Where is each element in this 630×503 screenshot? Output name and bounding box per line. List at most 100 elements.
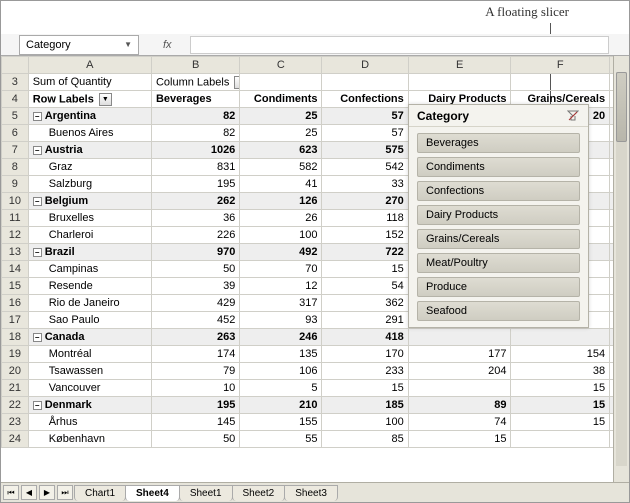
value-cell[interactable]: 79 [151,363,239,380]
city-cell[interactable]: Tsawassen [28,363,151,380]
row-filter-icon[interactable]: ▼ [99,93,112,106]
city-cell[interactable]: Buenos Aires [28,125,151,142]
vertical-scrollbar[interactable] [613,56,629,482]
value-cell[interactable]: 195 [151,176,239,193]
row-header[interactable]: 24 [2,431,29,448]
value-cell[interactable] [511,329,610,346]
value-cell[interactable]: 246 [240,329,322,346]
value-cell[interactable]: 57 [322,108,408,125]
slicer-item[interactable]: Grains/Cereals [417,229,580,249]
col-header[interactable]: B [151,57,239,74]
slicer-item[interactable]: Dairy Products [417,205,580,225]
formula-input[interactable] [190,36,609,54]
value-cell[interactable]: 12 [240,278,322,295]
row-header[interactable]: 3 [2,74,29,91]
value-cell[interactable]: 15 [511,414,610,431]
value-cell[interactable]: 100 [322,414,408,431]
city-cell[interactable]: Århus [28,414,151,431]
value-cell[interactable]: 15 [511,380,610,397]
value-cell[interactable]: 204 [408,363,511,380]
collapse-icon[interactable]: – [33,401,42,410]
sum-of-quantity-cell[interactable]: Sum of Quantity [28,74,151,91]
column-filter-icon[interactable]: ▼ [234,76,239,89]
city-cell[interactable]: Graz [28,159,151,176]
row-header[interactable]: 19 [2,346,29,363]
value-cell[interactable]: 57 [322,125,408,142]
value-cell[interactable]: 831 [151,159,239,176]
value-cell[interactable]: 15 [322,261,408,278]
value-cell[interactable]: 210 [240,397,322,414]
row-header[interactable]: 23 [2,414,29,431]
collapse-icon[interactable]: – [33,248,42,257]
value-cell[interactable]: 70 [240,261,322,278]
value-cell[interactable]: 41 [240,176,322,193]
country-cell[interactable]: –Denmark [28,397,151,414]
country-cell[interactable]: –Canada [28,329,151,346]
value-cell[interactable]: 155 [240,414,322,431]
collapse-icon[interactable]: – [33,146,42,155]
value-cell[interactable]: 226 [151,227,239,244]
category-slicer[interactable]: Category BeveragesCondimentsConfectionsD… [408,104,589,328]
value-cell[interactable]: 418 [322,329,408,346]
collapse-icon[interactable]: – [33,112,42,121]
value-cell[interactable]: 542 [322,159,408,176]
sheet-tab[interactable]: Chart1 [74,485,126,501]
row-header[interactable]: 20 [2,363,29,380]
city-cell[interactable]: Bruxelles [28,210,151,227]
value-cell[interactable]: 74 [408,414,511,431]
value-cell[interactable] [408,329,511,346]
sheet-nav-button[interactable]: ⏮ [3,485,19,500]
slicer-item[interactable]: Confections [417,181,580,201]
city-cell[interactable]: Montréal [28,346,151,363]
col-header[interactable]: E [408,57,511,74]
value-cell[interactable]: 174 [151,346,239,363]
pivot-col[interactable]: Condiments [240,91,322,108]
row-header[interactable]: 18 [2,329,29,346]
row-header[interactable]: 22 [2,397,29,414]
value-cell[interactable]: 50 [151,431,239,448]
value-cell[interactable]: 126 [240,193,322,210]
value-cell[interactable]: 100 [240,227,322,244]
slicer-header[interactable]: Category [409,105,588,127]
collapse-icon[interactable]: – [33,333,42,342]
sheet-tab[interactable]: Sheet1 [179,485,233,501]
value-cell[interactable]: 262 [151,193,239,210]
name-box[interactable]: Category ▼ [19,35,139,55]
row-header[interactable]: 13 [2,244,29,261]
value-cell[interactable]: 154 [511,346,610,363]
value-cell[interactable]: 263 [151,329,239,346]
pivot-col[interactable]: Confections [322,91,408,108]
value-cell[interactable]: 170 [322,346,408,363]
col-header[interactable]: F [511,57,610,74]
value-cell[interactable]: 15 [511,397,610,414]
city-cell[interactable]: Rio de Janeiro [28,295,151,312]
slicer-item[interactable]: Condiments [417,157,580,177]
sheet-tab[interactable]: Sheet2 [232,485,286,501]
sheet-nav-button[interactable]: ⏭ [57,485,73,500]
value-cell[interactable]: 38 [511,363,610,380]
country-cell[interactable]: –Austria [28,142,151,159]
city-cell[interactable]: Resende [28,278,151,295]
value-cell[interactable]: 270 [322,193,408,210]
city-cell[interactable]: Charleroi [28,227,151,244]
scrollbar-track[interactable] [616,72,627,466]
sheet-tab[interactable]: Sheet4 [125,485,180,501]
value-cell[interactable]: 623 [240,142,322,159]
value-cell[interactable]: 582 [240,159,322,176]
country-cell[interactable]: –Brazil [28,244,151,261]
value-cell[interactable]: 970 [151,244,239,261]
row-header[interactable]: 16 [2,295,29,312]
slicer-clear-filter-icon[interactable] [566,109,580,123]
row-header[interactable]: 12 [2,227,29,244]
value-cell[interactable] [408,380,511,397]
value-cell[interactable]: 85 [322,431,408,448]
value-cell[interactable]: 291 [322,312,408,329]
country-cell[interactable]: –Belgium [28,193,151,210]
row-header[interactable]: 9 [2,176,29,193]
value-cell[interactable]: 177 [408,346,511,363]
country-cell[interactable]: –Argentina [28,108,151,125]
value-cell[interactable]: 5 [240,380,322,397]
city-cell[interactable]: Vancouver [28,380,151,397]
value-cell[interactable]: 39 [151,278,239,295]
value-cell[interactable]: 429 [151,295,239,312]
